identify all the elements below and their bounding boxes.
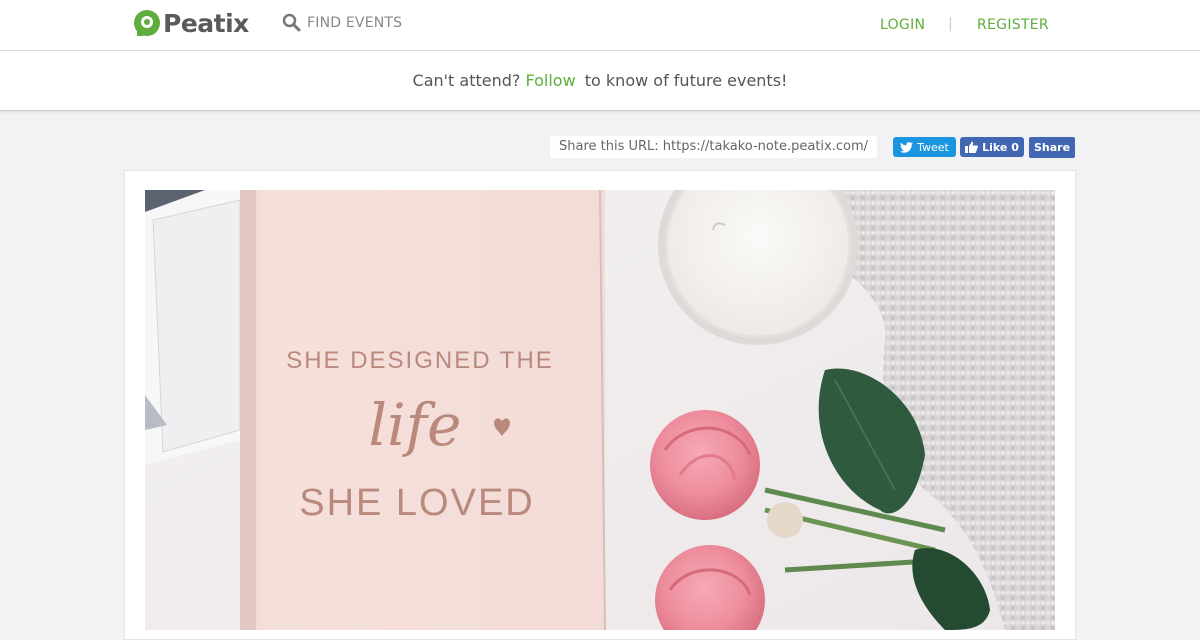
- book-line-2: life: [369, 391, 462, 459]
- peatix-logo[interactable]: Peatix: [134, 8, 249, 38]
- share-url-text: Share this URL: https://takako-note.peat…: [550, 136, 877, 158]
- event-card: SHE DESIGNED THE life SHE LOVED: [124, 170, 1076, 640]
- follow-banner: Can't attend? Follow to know of future e…: [0, 51, 1200, 111]
- site-header: Peatix FIND EVENTS LOGIN | REGISTER: [0, 0, 1200, 51]
- logo-text: Peatix: [163, 8, 249, 38]
- like-label: Like 0: [982, 140, 1019, 154]
- cover-photo: SHE DESIGNED THE life SHE LOVED: [145, 190, 1055, 630]
- tweet-button[interactable]: Tweet: [893, 137, 956, 157]
- twitter-bird-icon: [900, 141, 914, 153]
- register-link[interactable]: REGISTER: [977, 17, 1049, 33]
- facebook-like-button[interactable]: Like 0: [960, 137, 1024, 157]
- book-line-1: SHE DESIGNED THE: [286, 347, 554, 374]
- search-icon: [282, 13, 301, 32]
- event-cover-image: SHE DESIGNED THE life SHE LOVED: [145, 190, 1055, 630]
- peatix-logo-icon: [134, 10, 160, 36]
- banner-prefix: Can't attend?: [412, 71, 521, 90]
- login-link[interactable]: LOGIN: [880, 17, 925, 33]
- follow-link[interactable]: Follow: [525, 71, 575, 90]
- find-events-link[interactable]: FIND EVENTS: [282, 13, 402, 32]
- book-line-3: SHE LOVED: [299, 482, 535, 524]
- find-events-label: FIND EVENTS: [307, 14, 403, 31]
- banner-suffix: to know of future events!: [584, 71, 788, 90]
- tweet-label: Tweet: [917, 140, 949, 154]
- facebook-share-button[interactable]: Share: [1029, 137, 1075, 158]
- nav-separator: |: [948, 16, 953, 32]
- thumbs-up-icon: [965, 141, 979, 153]
